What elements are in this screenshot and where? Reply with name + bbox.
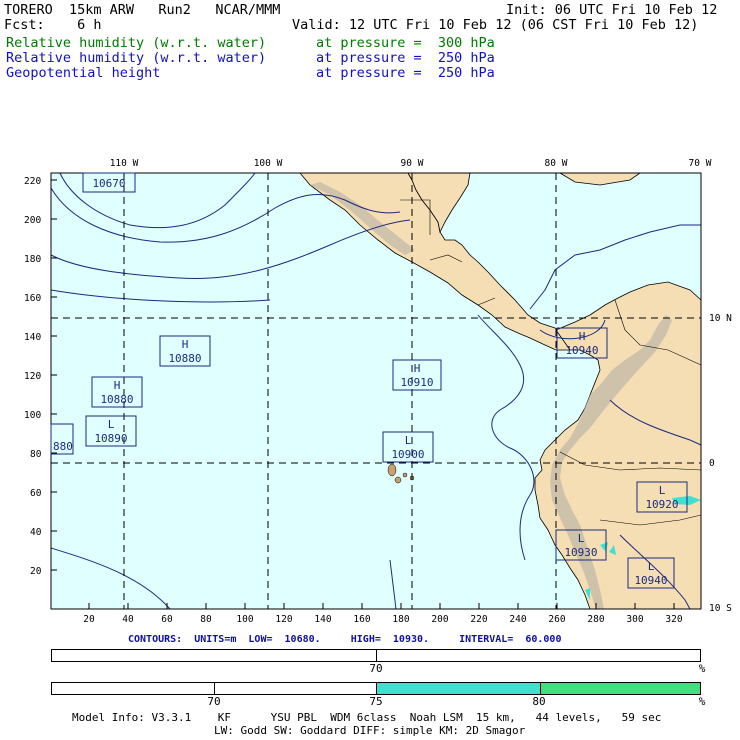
center-value: 10910 [400,376,433,389]
center-value: 10890 [94,432,127,445]
legend1-tick [376,650,377,661]
legend2-label-75: 75 [369,695,383,708]
center-type: L [405,434,412,447]
center-value: 10900 [391,448,424,461]
center-type: H [414,362,421,375]
center-value: 10880 [100,393,133,406]
center-type: H [114,379,121,392]
center-value: 10880 [168,352,201,365]
legend1-percent: % [698,662,706,675]
center-value: 10940 [565,344,598,357]
center-type: L [108,418,115,431]
legend2-band-75-80 [376,683,540,694]
rh250-legend-bar [51,682,701,695]
map-canvas: 10670H10880H10880L10890880H10910L10900H1… [50,172,702,610]
center-type: H [182,338,189,351]
center-value: 10670 [92,177,125,190]
rh300-legend-bar [51,649,701,662]
legend2-label-80: 80 [532,695,546,708]
contours-info: CONTOURS: UNITS=m LOW= 10680. HIGH= 1093… [128,634,562,645]
legend2-tick [214,683,215,694]
model-physics: LW: Godd SW: Goddard DIFF: simple KM: 2D… [214,724,526,737]
legend2-label-70: 70 [207,695,221,708]
center-value: 880 [53,440,73,453]
legend2-percent: % [698,695,706,708]
model-info: Model Info: V3.3.1 KF YSU PBL WDM 6class… [72,711,662,724]
center-type: H [579,330,586,343]
center-type: L [578,532,585,545]
center-type: L [659,484,666,497]
center-value: 10920 [645,498,678,511]
legend1-label-70: 70 [369,662,383,675]
center-type: L [648,560,655,573]
legend2-band-80-up [540,683,700,694]
center-value: 10940 [634,574,667,587]
center-value: 10930 [564,546,597,559]
